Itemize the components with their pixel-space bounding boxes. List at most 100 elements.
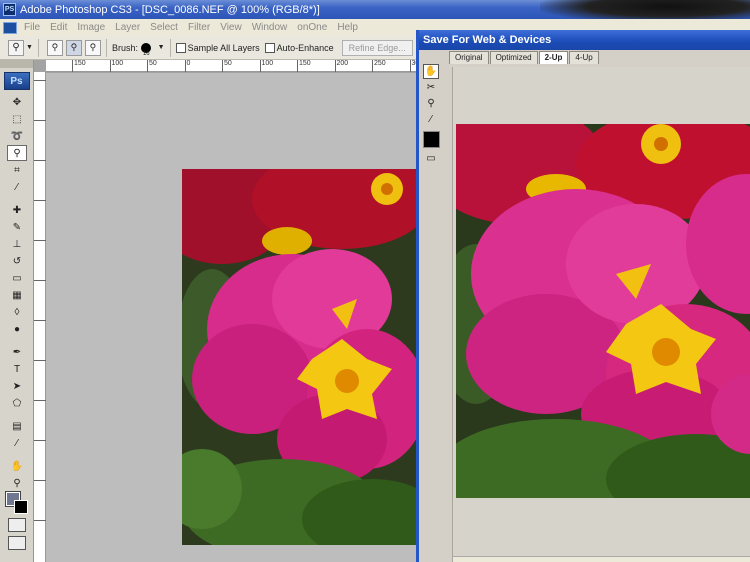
hand-tool-icon[interactable]: ✋: [7, 458, 27, 474]
ruler-label: 100: [259, 60, 273, 72]
ruler-tick: [34, 200, 46, 201]
notes-tool-icon[interactable]: ▤: [7, 418, 27, 434]
brush-label: Brush:: [111, 42, 138, 53]
document-image[interactable]: [182, 169, 418, 545]
zoom-tool-icon[interactable]: ⚲: [7, 475, 27, 491]
hand-icon[interactable]: ✋: [423, 64, 439, 79]
ruler-label: 250: [372, 60, 386, 72]
tab-4-up[interactable]: 4-Up: [569, 51, 599, 64]
ruler-tick: [34, 120, 46, 121]
auto-enhance-checkbox[interactable]: [264, 42, 275, 53]
type-tool-icon[interactable]: T: [7, 361, 27, 377]
primrose-photo-zoomed: [456, 124, 750, 498]
document-canvas[interactable]: [46, 73, 418, 562]
lasso-tool-icon[interactable]: ➰: [7, 128, 27, 144]
window-title: Adobe Photoshop CS3 - [DSC_0086.NEF @ 10…: [20, 3, 320, 16]
eyedropper-tool-icon[interactable]: ⁄: [7, 179, 27, 195]
menu-view[interactable]: View: [215, 22, 247, 33]
shape-tool-icon[interactable]: ⬠: [7, 395, 27, 411]
blur-tool-icon[interactable]: ◊: [7, 304, 27, 320]
brush-tool-icon[interactable]: ✎: [7, 219, 27, 235]
options-bar: ⚲ ▼ ⚲ ⚲ ⚲ Brush: 16 ▼ Sample All Layers …: [0, 36, 420, 60]
ruler-label: 150: [72, 60, 86, 72]
ruler-label: 100: [109, 60, 123, 72]
ps-menu-icon[interactable]: [3, 21, 17, 34]
sample-all-layers-label: Sample All Layers: [187, 42, 260, 53]
menu-help[interactable]: Help: [332, 22, 363, 33]
ruler-tick: [34, 320, 46, 321]
divider: [105, 38, 107, 57]
add-to-selection-button[interactable]: ⚲: [65, 39, 82, 56]
gradient-tool-icon[interactable]: ▦: [7, 287, 27, 303]
app-icon: PS: [3, 3, 16, 16]
crop-tool-icon[interactable]: ⌗: [7, 162, 27, 178]
ruler-tick: [34, 360, 46, 361]
ruler-label: 150: [297, 60, 311, 72]
menu-window[interactable]: Window: [247, 22, 293, 33]
quick-mask-icon[interactable]: [8, 518, 26, 532]
preview-pane[interactable]: [452, 67, 750, 562]
save-for-web-dialog: Save For Web & Devices Original Optimize…: [416, 30, 750, 562]
pen-tool-icon[interactable]: ✒: [7, 344, 27, 360]
brush-size: 16: [142, 50, 150, 57]
clone-stamp-tool-icon[interactable]: ⊥: [7, 236, 27, 252]
eyedropper-icon[interactable]: ⁄: [423, 112, 439, 127]
eyedropper-color-swatch[interactable]: [423, 131, 440, 148]
move-tool-icon[interactable]: ✥: [7, 94, 27, 110]
ruler-tick: [34, 520, 46, 521]
preview-status-bar: [453, 556, 750, 562]
slice-select-icon[interactable]: ✂: [423, 80, 439, 95]
ruler-tick: [34, 480, 46, 481]
healing-brush-tool-icon[interactable]: ✚: [7, 202, 27, 218]
zoom-icon[interactable]: ⚲: [423, 96, 439, 111]
tab-original[interactable]: Original: [449, 51, 489, 64]
screen-mode-icon[interactable]: [8, 536, 26, 550]
tool-list: ✥ ⬚ ➰ ⚲ ⌗ ⁄ ✚ ✎ ⊥ ↺ ▭ ▦ ◊ ● ✒ T ➤ ⬠ ▤ ⁄ ✋ ⚲: [0, 94, 33, 491]
sample-all-layers-checkbox[interactable]: [175, 42, 186, 53]
chevron-down-icon[interactable]: ▼: [158, 44, 165, 51]
dodge-tool-icon[interactable]: ●: [7, 321, 27, 337]
tool-preset-picker[interactable]: ⚲: [8, 39, 24, 56]
menu-edit[interactable]: Edit: [45, 22, 72, 33]
menu-image[interactable]: Image: [72, 22, 110, 33]
color-swatches[interactable]: [5, 491, 30, 514]
history-brush-tool-icon[interactable]: ↺: [7, 253, 27, 269]
vertical-ruler: [34, 72, 46, 562]
ruler-tick: [34, 240, 46, 241]
quick-selection-tool-icon[interactable]: ⚲: [7, 145, 27, 161]
dialog-title: Save For Web & Devices: [419, 30, 750, 50]
auto-enhance-label: Auto-Enhance: [276, 42, 334, 53]
menu-file[interactable]: File: [19, 22, 45, 33]
ruler-label: 0: [184, 60, 190, 72]
path-selection-tool-icon[interactable]: ➤: [7, 378, 27, 394]
tab-2-up[interactable]: 2-Up: [538, 51, 569, 64]
subtract-from-selection-button[interactable]: ⚲: [84, 39, 101, 56]
ruler-label: 200: [334, 60, 348, 72]
menu-filter[interactable]: Filter: [183, 22, 215, 33]
divider: [169, 38, 171, 57]
toggle-slices-icon[interactable]: ▭: [423, 151, 439, 166]
toolbox-grip[interactable]: [0, 60, 33, 68]
preview-image[interactable]: [456, 124, 750, 498]
ruler-tick: [34, 400, 46, 401]
eyedropper-2-tool-icon[interactable]: ⁄: [7, 435, 27, 451]
marquee-tool-icon[interactable]: ⬚: [7, 111, 27, 127]
menu-onone[interactable]: onOne: [292, 22, 332, 33]
tab-optimized[interactable]: Optimized: [489, 51, 538, 64]
primrose-photo: [182, 169, 418, 545]
ruler-tick: [34, 440, 46, 441]
ruler-label: 50: [147, 60, 157, 72]
new-selection-button[interactable]: ⚲: [46, 39, 63, 56]
background-color-swatch[interactable]: [14, 500, 28, 514]
eraser-tool-icon[interactable]: ▭: [7, 270, 27, 286]
title-bar: PS Adobe Photoshop CS3 - [DSC_0086.NEF @…: [0, 0, 750, 22]
chevron-down-icon[interactable]: ▼: [26, 44, 33, 51]
menu-layer[interactable]: Layer: [110, 22, 145, 33]
dialog-tools: ✋ ✂ ⚲ ⁄ ▭: [423, 64, 443, 167]
menu-select[interactable]: Select: [145, 22, 183, 33]
horizontal-ruler: 15010050050100150200250300: [46, 60, 423, 72]
refine-edge-button[interactable]: Refine Edge...: [341, 39, 413, 56]
photoshop-logo[interactable]: Ps: [3, 72, 30, 90]
ruler-tick: [34, 160, 46, 161]
ruler-tick: [34, 80, 46, 81]
